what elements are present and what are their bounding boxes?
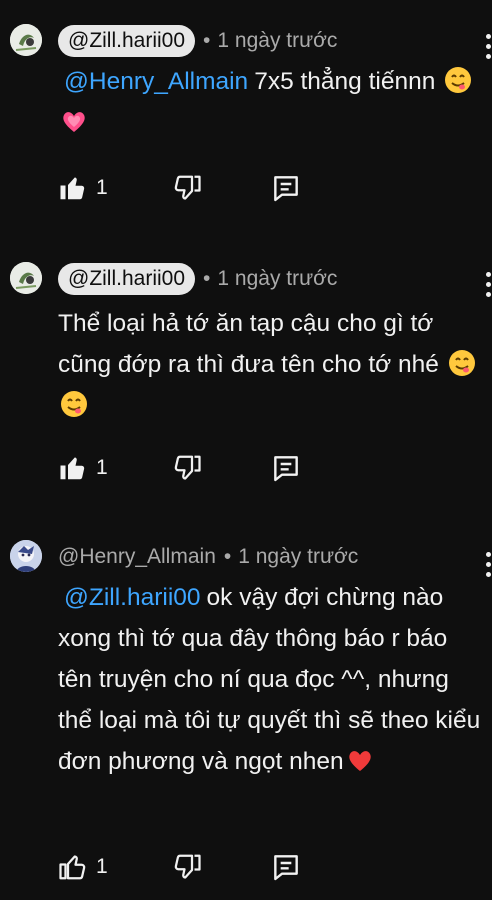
- yum-emoji: [445, 67, 472, 93]
- timestamp: 1 ngày trước: [217, 267, 338, 290]
- reply-icon: [274, 176, 298, 202]
- timestamp: 1 ngày trước: [238, 545, 359, 568]
- avatar[interactable]: [10, 262, 42, 294]
- like-button[interactable]: 1: [58, 448, 108, 488]
- comment-body: ok vậy đợi chừng nào xong thì tớ qua đây…: [58, 584, 481, 775]
- avatar[interactable]: [10, 540, 42, 572]
- comment-text: Thể loại hả tớ ăn tạp cậu cho gì tớ cũng…: [58, 303, 483, 426]
- comment-text: @Zill.harii00 ok vậy đợi chừng nào xong t…: [58, 577, 483, 782]
- timestamp: 1 ngày trước: [217, 29, 338, 52]
- growing-heart-emoji: [63, 112, 85, 132]
- like-button[interactable]: 1: [58, 168, 108, 208]
- comment-header: @Zill.harii00 • 1 ngày trước: [58, 24, 337, 58]
- like-count: 1: [96, 456, 108, 479]
- more-vert-icon[interactable]: [486, 34, 492, 59]
- yum-emoji: [61, 391, 87, 417]
- dislike-button[interactable]: [172, 448, 202, 488]
- like-count: 1: [96, 176, 108, 199]
- reply-button[interactable]: [270, 168, 302, 208]
- more-vert-icon[interactable]: [486, 272, 492, 297]
- reply-icon: [274, 855, 298, 881]
- separator-dot: •: [203, 267, 211, 290]
- thumb-up-icon: [60, 177, 85, 200]
- mention-link[interactable]: @Zill.harii00: [64, 584, 201, 611]
- comment-body: 7x5 thẳng tiếnnn: [254, 68, 436, 95]
- avatar[interactable]: [10, 24, 42, 56]
- comment-header: @Henry_Allmain • 1 ngày trước: [58, 540, 358, 574]
- thumb-down-icon: [174, 175, 201, 200]
- reply-button[interactable]: [270, 448, 302, 488]
- thumb-down-icon: [174, 854, 201, 879]
- author-name[interactable]: @Henry_Allmain: [58, 545, 216, 569]
- more-vert-icon[interactable]: [486, 552, 492, 577]
- separator-dot: •: [203, 29, 211, 52]
- like-count: 1: [96, 855, 108, 878]
- mention-link[interactable]: @Henry_Allmain: [64, 68, 248, 95]
- thumb-up-icon: [60, 457, 85, 480]
- comment-header: @Zill.harii00 • 1 ngày trước: [58, 262, 337, 296]
- separator-dot: •: [223, 545, 232, 568]
- reply-button[interactable]: [270, 847, 302, 887]
- dislike-button[interactable]: [172, 847, 202, 887]
- dislike-button[interactable]: [172, 168, 202, 208]
- red-heart-emoji: [348, 751, 371, 771]
- yum-emoji: [448, 350, 475, 376]
- reply-icon: [274, 456, 298, 482]
- comment-text: @Henry_Allmain 7x5 thẳng tiếnnn: [58, 61, 483, 143]
- like-button[interactable]: 1: [58, 847, 108, 887]
- author-name[interactable]: @Zill.harii00: [58, 263, 196, 295]
- author-name[interactable]: @Zill.harii00: [58, 25, 196, 57]
- thumb-down-icon: [174, 455, 201, 480]
- comment-body: Thể loại hả tớ ăn tạp cậu cho gì tớ cũng…: [58, 310, 439, 378]
- thumb-up-icon: [59, 855, 86, 880]
